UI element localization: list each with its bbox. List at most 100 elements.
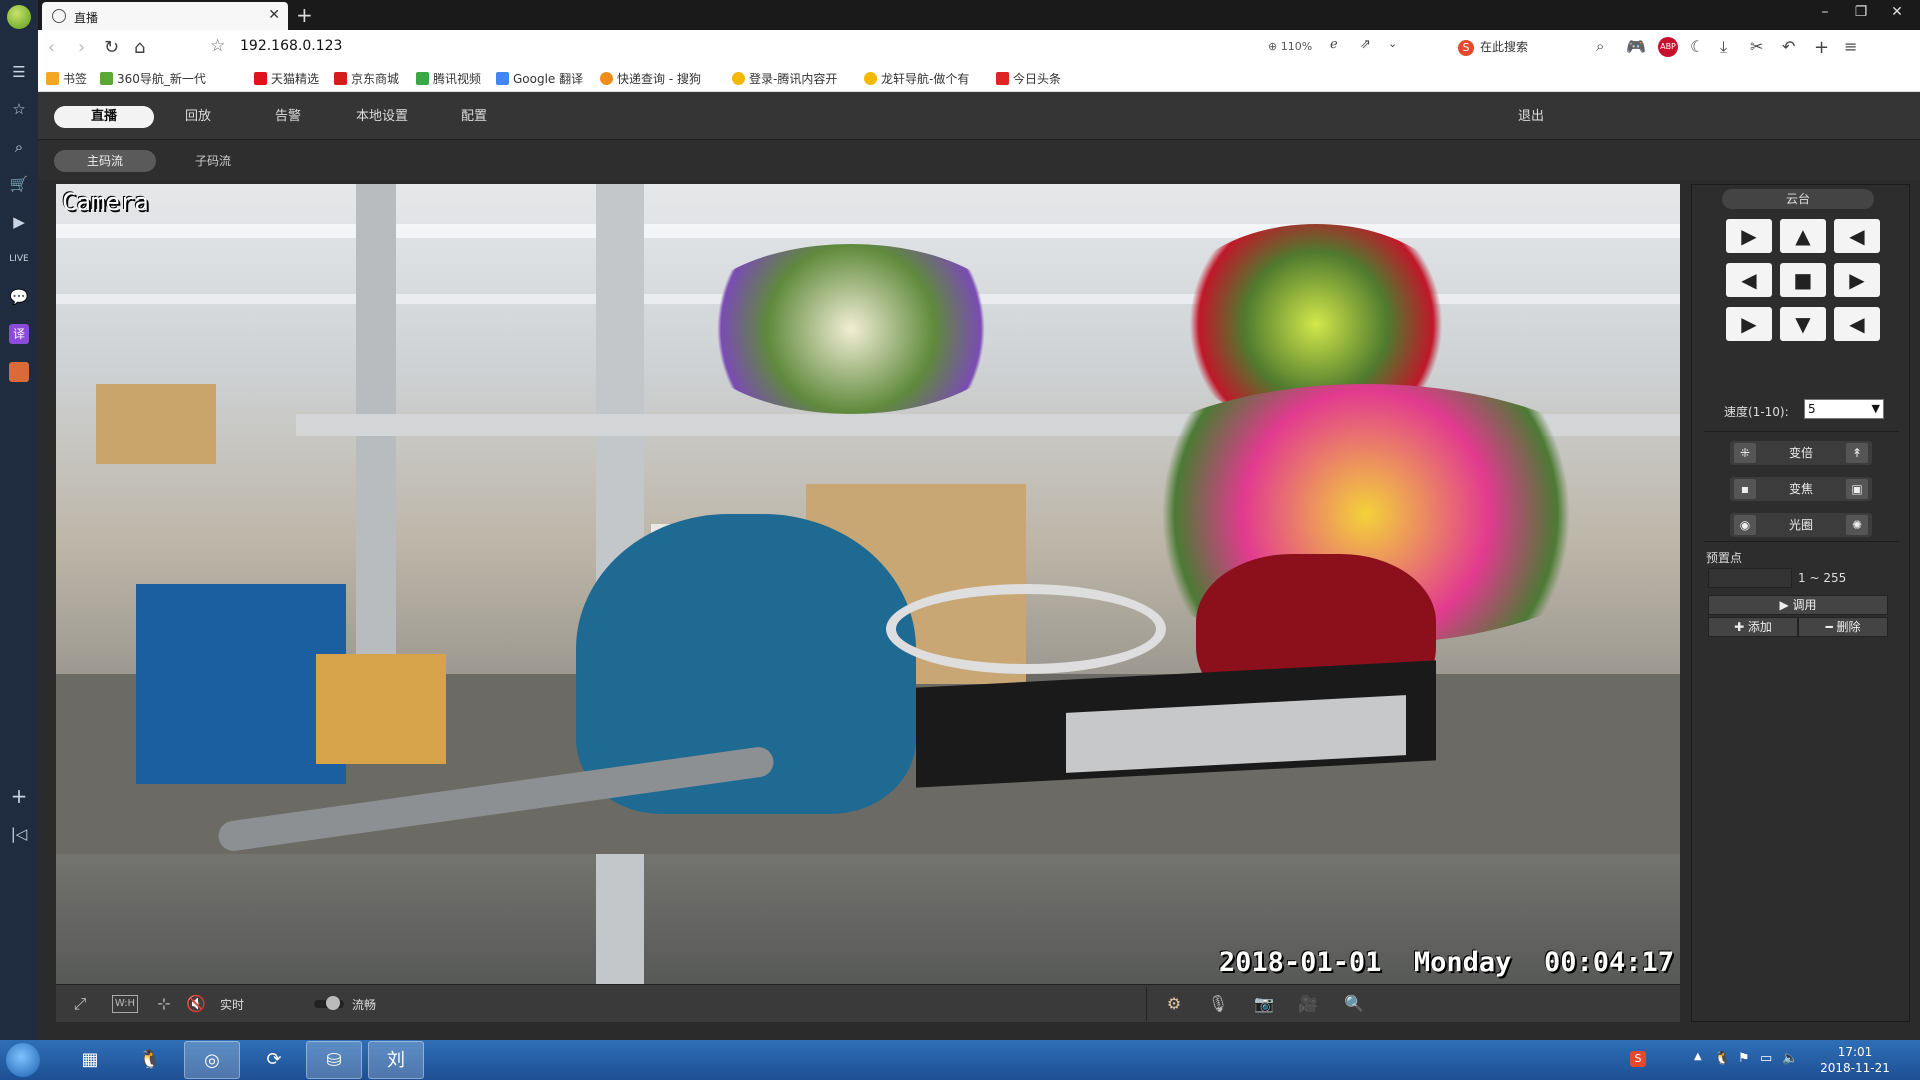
bookmark-item[interactable]: 天猫精选 (254, 70, 319, 87)
bookmark-item[interactable]: Google 翻译 (496, 70, 583, 87)
settings-icon[interactable]: ⚙ (1162, 993, 1186, 1015)
slider-knob[interactable] (326, 996, 340, 1010)
live-video-view[interactable]: Camera 2018-01-01 Monday 00:04:17 (56, 184, 1680, 984)
record-icon[interactable]: 🎥 (1296, 993, 1320, 1015)
digital-zoom-icon[interactable]: 🔍 (1342, 993, 1366, 1015)
taskbar-app-icon[interactable]: 刘 (368, 1041, 424, 1079)
tray-network-icon[interactable]: ▭ (1760, 1051, 1772, 1066)
search-icon[interactable]: ⌕ (9, 137, 29, 157)
browser-tab[interactable]: 直播 ✕ (42, 2, 288, 30)
live-icon[interactable]: LIVE (9, 249, 29, 269)
focus-near-button[interactable]: ▪ (1734, 479, 1756, 499)
bookmark-item[interactable]: 京东商城 (334, 70, 399, 87)
chevron-down-icon[interactable]: ⌄ (1388, 37, 1397, 50)
tab-main-stream[interactable]: 主码流 (54, 150, 156, 172)
forward-icon[interactable]: › (78, 37, 85, 58)
mute-icon[interactable]: 🔇 (184, 993, 208, 1015)
iris-open-button[interactable]: ✺ (1846, 515, 1868, 535)
microphone-icon[interactable]: 🎙 (1206, 993, 1230, 1015)
menu-local-settings[interactable]: 本地设置 (332, 106, 432, 128)
adblock-icon[interactable]: ABP (1658, 37, 1678, 57)
ptz-up-left-button[interactable]: ▶ (1726, 219, 1772, 253)
iris-close-button[interactable]: ◉ (1734, 515, 1756, 535)
tab-sub-stream[interactable]: 子码流 (162, 150, 264, 172)
search-input[interactable]: 在此搜索 (1480, 40, 1528, 54)
preset-delete-button[interactable]: ━ 删除 (1798, 617, 1888, 637)
ptz-down-button[interactable]: ▼ (1780, 307, 1826, 341)
tray-expand-icon[interactable]: ▲ (1694, 1051, 1702, 1062)
favorites-icon[interactable]: ☆ (9, 99, 29, 119)
start-button[interactable] (6, 1043, 40, 1077)
taskbar-qq-icon[interactable]: 🐧 (122, 1041, 178, 1079)
ptz-down-right-button[interactable]: ◀ (1834, 307, 1880, 341)
menu-alarm[interactable]: 告警 (238, 106, 338, 128)
taskbar-network-icon[interactable]: ⛁ (306, 1041, 362, 1079)
sogou-ime-icon[interactable]: S (1630, 1051, 1646, 1067)
night-mode-icon[interactable]: ☾ (1690, 37, 1704, 56)
logout-link[interactable]: 退出 (1518, 106, 1544, 128)
zoom-out-button[interactable]: ⁜ (1734, 443, 1756, 463)
bookmark-item[interactable]: 快递查询 - 搜狗 (600, 70, 701, 87)
ptz-up-button[interactable]: ▲ (1780, 219, 1826, 253)
reload-icon[interactable]: ↻ (104, 37, 119, 58)
taskbar-clock[interactable]: 17:01 2018-11-21 (1812, 1044, 1898, 1076)
close-window-icon[interactable]: ✕ (1882, 4, 1912, 20)
undo-icon[interactable]: ↶ (1782, 37, 1795, 56)
bookmark-item[interactable]: 360导航_新一代 (100, 70, 206, 87)
bookmark-star-icon[interactable]: ☆ (210, 36, 225, 56)
tray-volume-icon[interactable]: 🔈 (1782, 1051, 1798, 1066)
search-icon[interactable]: ⌕ (1596, 37, 1604, 55)
ptz-up-right-button[interactable]: ◀ (1834, 219, 1880, 253)
preset-call-button[interactable]: ▶ 调用 (1708, 595, 1888, 615)
screenshot-icon[interactable]: ✂ (1750, 37, 1763, 56)
restore-icon[interactable]: ❐ (1846, 4, 1876, 20)
reading-list-icon[interactable]: ☰ (9, 62, 29, 82)
tray-flag-icon[interactable]: ⚑ (1738, 1051, 1750, 1066)
zoom-indicator[interactable]: ⊕ 110% (1268, 40, 1312, 53)
ptz-right-button[interactable]: ▶ (1834, 263, 1880, 297)
search-box[interactable]: S 在此搜索 (1458, 38, 1648, 58)
fullscreen-icon[interactable]: ⤢ (68, 993, 92, 1015)
home-icon[interactable]: ⌂ (134, 37, 145, 58)
translate-icon[interactable]: 译 (9, 324, 29, 344)
menu-config[interactable]: 配置 (424, 106, 524, 128)
preset-input[interactable] (1708, 568, 1792, 588)
share-icon[interactable]: ⇗ (1360, 37, 1371, 52)
preset-add-button[interactable]: ✚ 添加 (1708, 617, 1798, 637)
ptz-down-left-button[interactable]: ▶ (1726, 307, 1772, 341)
latency-slider[interactable] (314, 996, 344, 1010)
ptz-left-button[interactable]: ◀ (1726, 263, 1772, 297)
menu-live[interactable]: 直播 (54, 106, 154, 128)
app-avatar-icon[interactable] (9, 362, 29, 382)
ptz-stop-button[interactable]: ■ (1780, 263, 1826, 297)
bookmark-item[interactable]: 书签 (46, 70, 87, 87)
cart-icon[interactable]: 🛒 (9, 174, 29, 194)
ie-mode-icon[interactable]: ℯ (1330, 37, 1338, 52)
taskbar-browser-icon[interactable]: ◎ (184, 1041, 240, 1079)
aspect-ratio-icon[interactable]: W:H (112, 995, 138, 1013)
bookmark-item[interactable]: 腾讯视频 (416, 70, 481, 87)
add-icon[interactable]: + (9, 786, 29, 806)
bookmark-item[interactable]: 龙轩导航-做个有 (864, 70, 969, 87)
collapse-sidebar-icon[interactable]: |◁ (9, 824, 29, 844)
back-icon[interactable]: ‹ (48, 37, 55, 58)
menu-icon[interactable]: ≡ (1844, 37, 1857, 56)
game-icon[interactable]: 🎮 (1626, 37, 1646, 56)
new-tab-button[interactable]: + (296, 3, 313, 27)
speed-select[interactable]: 5 ▼ (1804, 399, 1884, 419)
browser-logo-icon[interactable] (7, 5, 31, 29)
taskbar-calculator-icon[interactable]: ▦ (62, 1041, 118, 1079)
taskbar-360-icon[interactable]: ⟳ (246, 1041, 302, 1079)
close-tab-icon[interactable]: ✕ (268, 7, 280, 23)
menu-playback[interactable]: 回放 (148, 106, 248, 128)
add-icon[interactable]: + (1814, 37, 1829, 58)
tray-qq-icon[interactable]: 🐧 (1714, 1051, 1730, 1066)
download-icon[interactable]: ⤓ (1720, 37, 1727, 57)
video-icon[interactable]: ▶ (9, 212, 29, 232)
minimize-icon[interactable]: – (1810, 4, 1840, 20)
url-field[interactable]: 192.168.0.123 (240, 38, 342, 54)
ptz-control-icon[interactable]: ⊹ (152, 993, 176, 1015)
bookmark-item[interactable]: 今日头条 (996, 70, 1061, 87)
snapshot-icon[interactable]: 📷 (1252, 993, 1276, 1015)
focus-far-button[interactable]: ▣ (1846, 479, 1868, 499)
